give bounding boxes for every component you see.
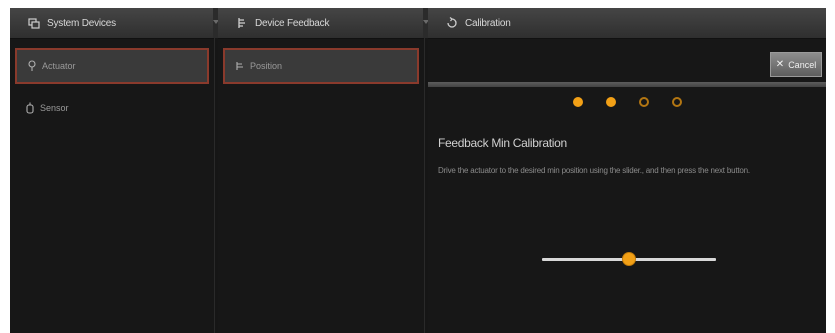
feedback-item-position[interactable]: Position (223, 48, 419, 84)
calibration-heading: Feedback Min Calibration (438, 136, 567, 150)
feedback-item-label: Position (250, 61, 283, 71)
feedback-icon (236, 17, 248, 29)
step-dot-pending (639, 97, 649, 107)
system-devices-icon (28, 17, 40, 29)
step-indicator (573, 97, 705, 109)
calibration-panel: Calibration ✕ Cancel Feedback Min Calibr… (428, 8, 826, 333)
cancel-button[interactable]: ✕ Cancel (770, 52, 822, 77)
system-devices-header: System Devices (10, 8, 214, 39)
device-item-label: Sensor (40, 103, 69, 113)
step-dot-completed (606, 97, 616, 107)
system-devices-title: System Devices (47, 17, 116, 29)
divider (428, 82, 826, 87)
actuator-icon (27, 60, 37, 72)
sensor-icon (25, 102, 35, 114)
calibration-title: Calibration (465, 17, 511, 29)
calibration-icon (446, 17, 458, 29)
device-item-label: Actuator (42, 61, 76, 71)
device-feedback-title: Device Feedback (255, 17, 330, 29)
device-feedback-panel: Device Feedback Position (218, 8, 425, 333)
slider-thumb[interactable] (622, 252, 636, 266)
position-icon (235, 60, 245, 72)
step-dot-pending (672, 97, 682, 107)
system-devices-panel: System Devices Actuator Sensor (10, 8, 215, 333)
device-item-actuator[interactable]: Actuator (15, 48, 209, 84)
step-dot-completed (573, 97, 583, 107)
device-item-sensor[interactable]: Sensor (15, 90, 209, 126)
calibration-app: System Devices Actuator Sensor Device Fe… (10, 8, 826, 333)
cancel-label: Cancel (788, 59, 817, 70)
close-icon: ✕ (775, 59, 785, 70)
calibration-instructions: Drive the actuator to the desired min po… (438, 166, 750, 175)
calibration-header: Calibration (428, 8, 826, 39)
device-feedback-header: Device Feedback (218, 8, 424, 39)
position-slider[interactable] (542, 252, 716, 266)
